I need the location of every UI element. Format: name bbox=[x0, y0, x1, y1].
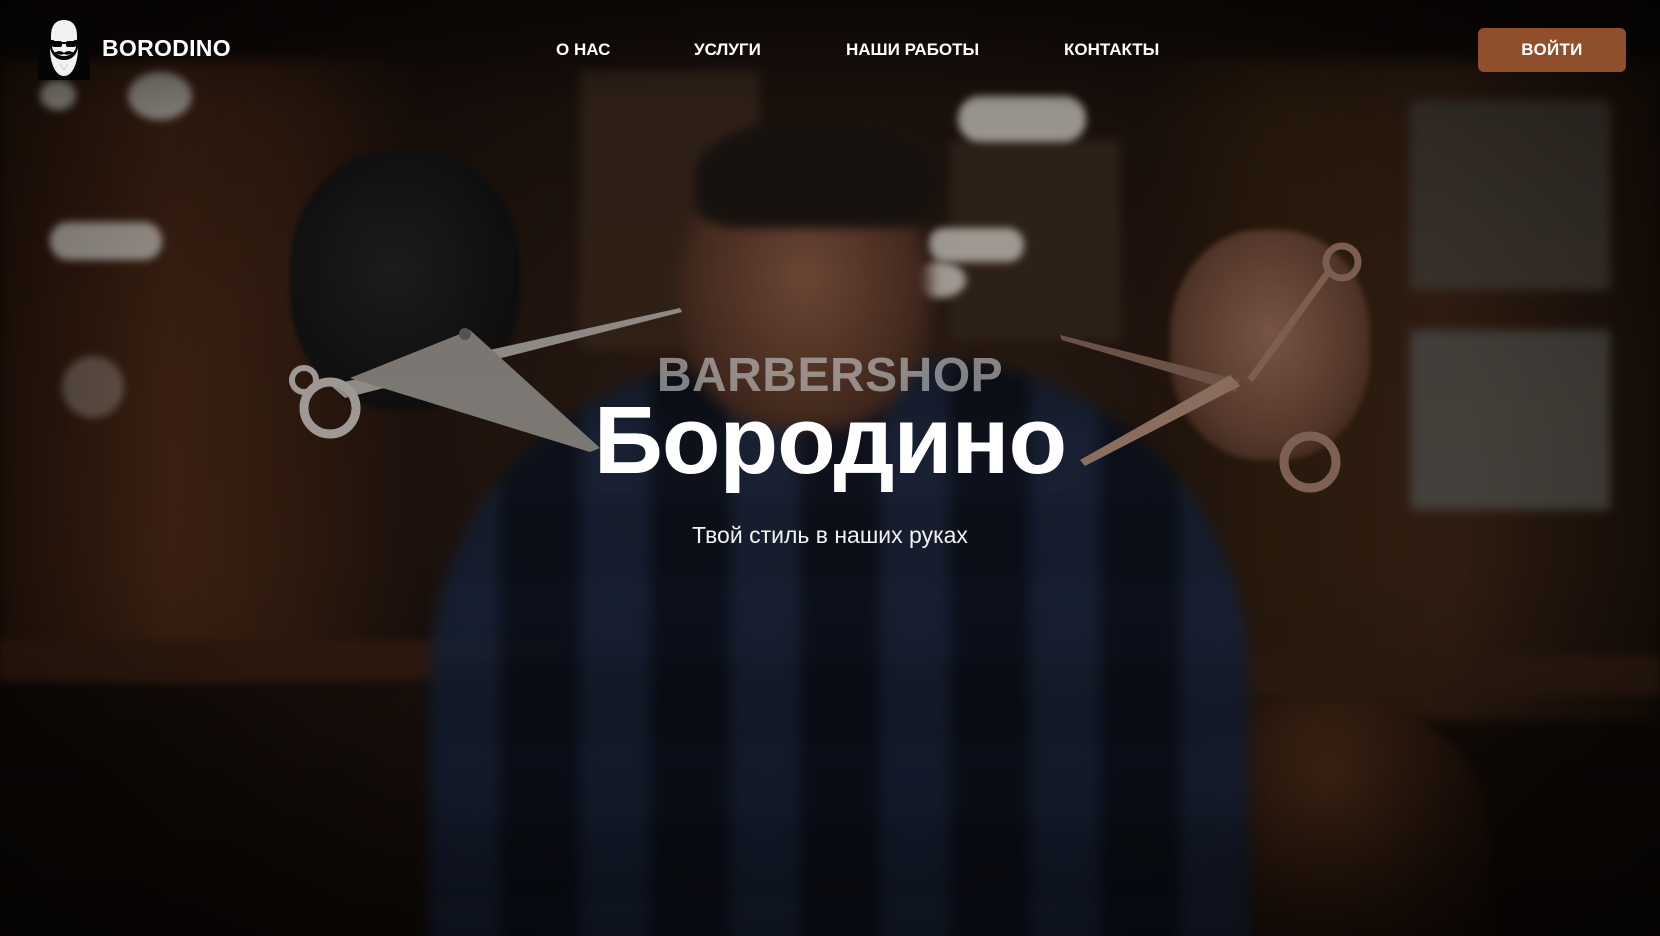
site-header: BORODINO О НАС УСЛУГИ НАШИ РАБОТЫ КОНТАК… bbox=[0, 0, 1660, 100]
hero-section: BARBERSHOP Бородино Твой стиль в наших р… bbox=[0, 0, 1660, 936]
main-nav: О НАС УСЛУГИ НАШИ РАБОТЫ КОНТАКТЫ bbox=[0, 40, 1660, 60]
hero-title: Бородино bbox=[593, 387, 1067, 494]
login-button[interactable]: ВОЙТИ bbox=[1478, 28, 1626, 72]
nav-link-contacts[interactable]: КОНТАКТЫ bbox=[1064, 40, 1159, 60]
landing-page: BORODINO О НАС УСЛУГИ НАШИ РАБОТЫ КОНТАК… bbox=[0, 0, 1660, 936]
nav-link-about[interactable]: О НАС bbox=[556, 40, 610, 60]
hero-tagline: Твой стиль в наших руках bbox=[692, 522, 968, 548]
nav-link-portfolio[interactable]: НАШИ РАБОТЫ bbox=[846, 40, 979, 60]
nav-link-services[interactable]: УСЛУГИ bbox=[694, 40, 761, 60]
